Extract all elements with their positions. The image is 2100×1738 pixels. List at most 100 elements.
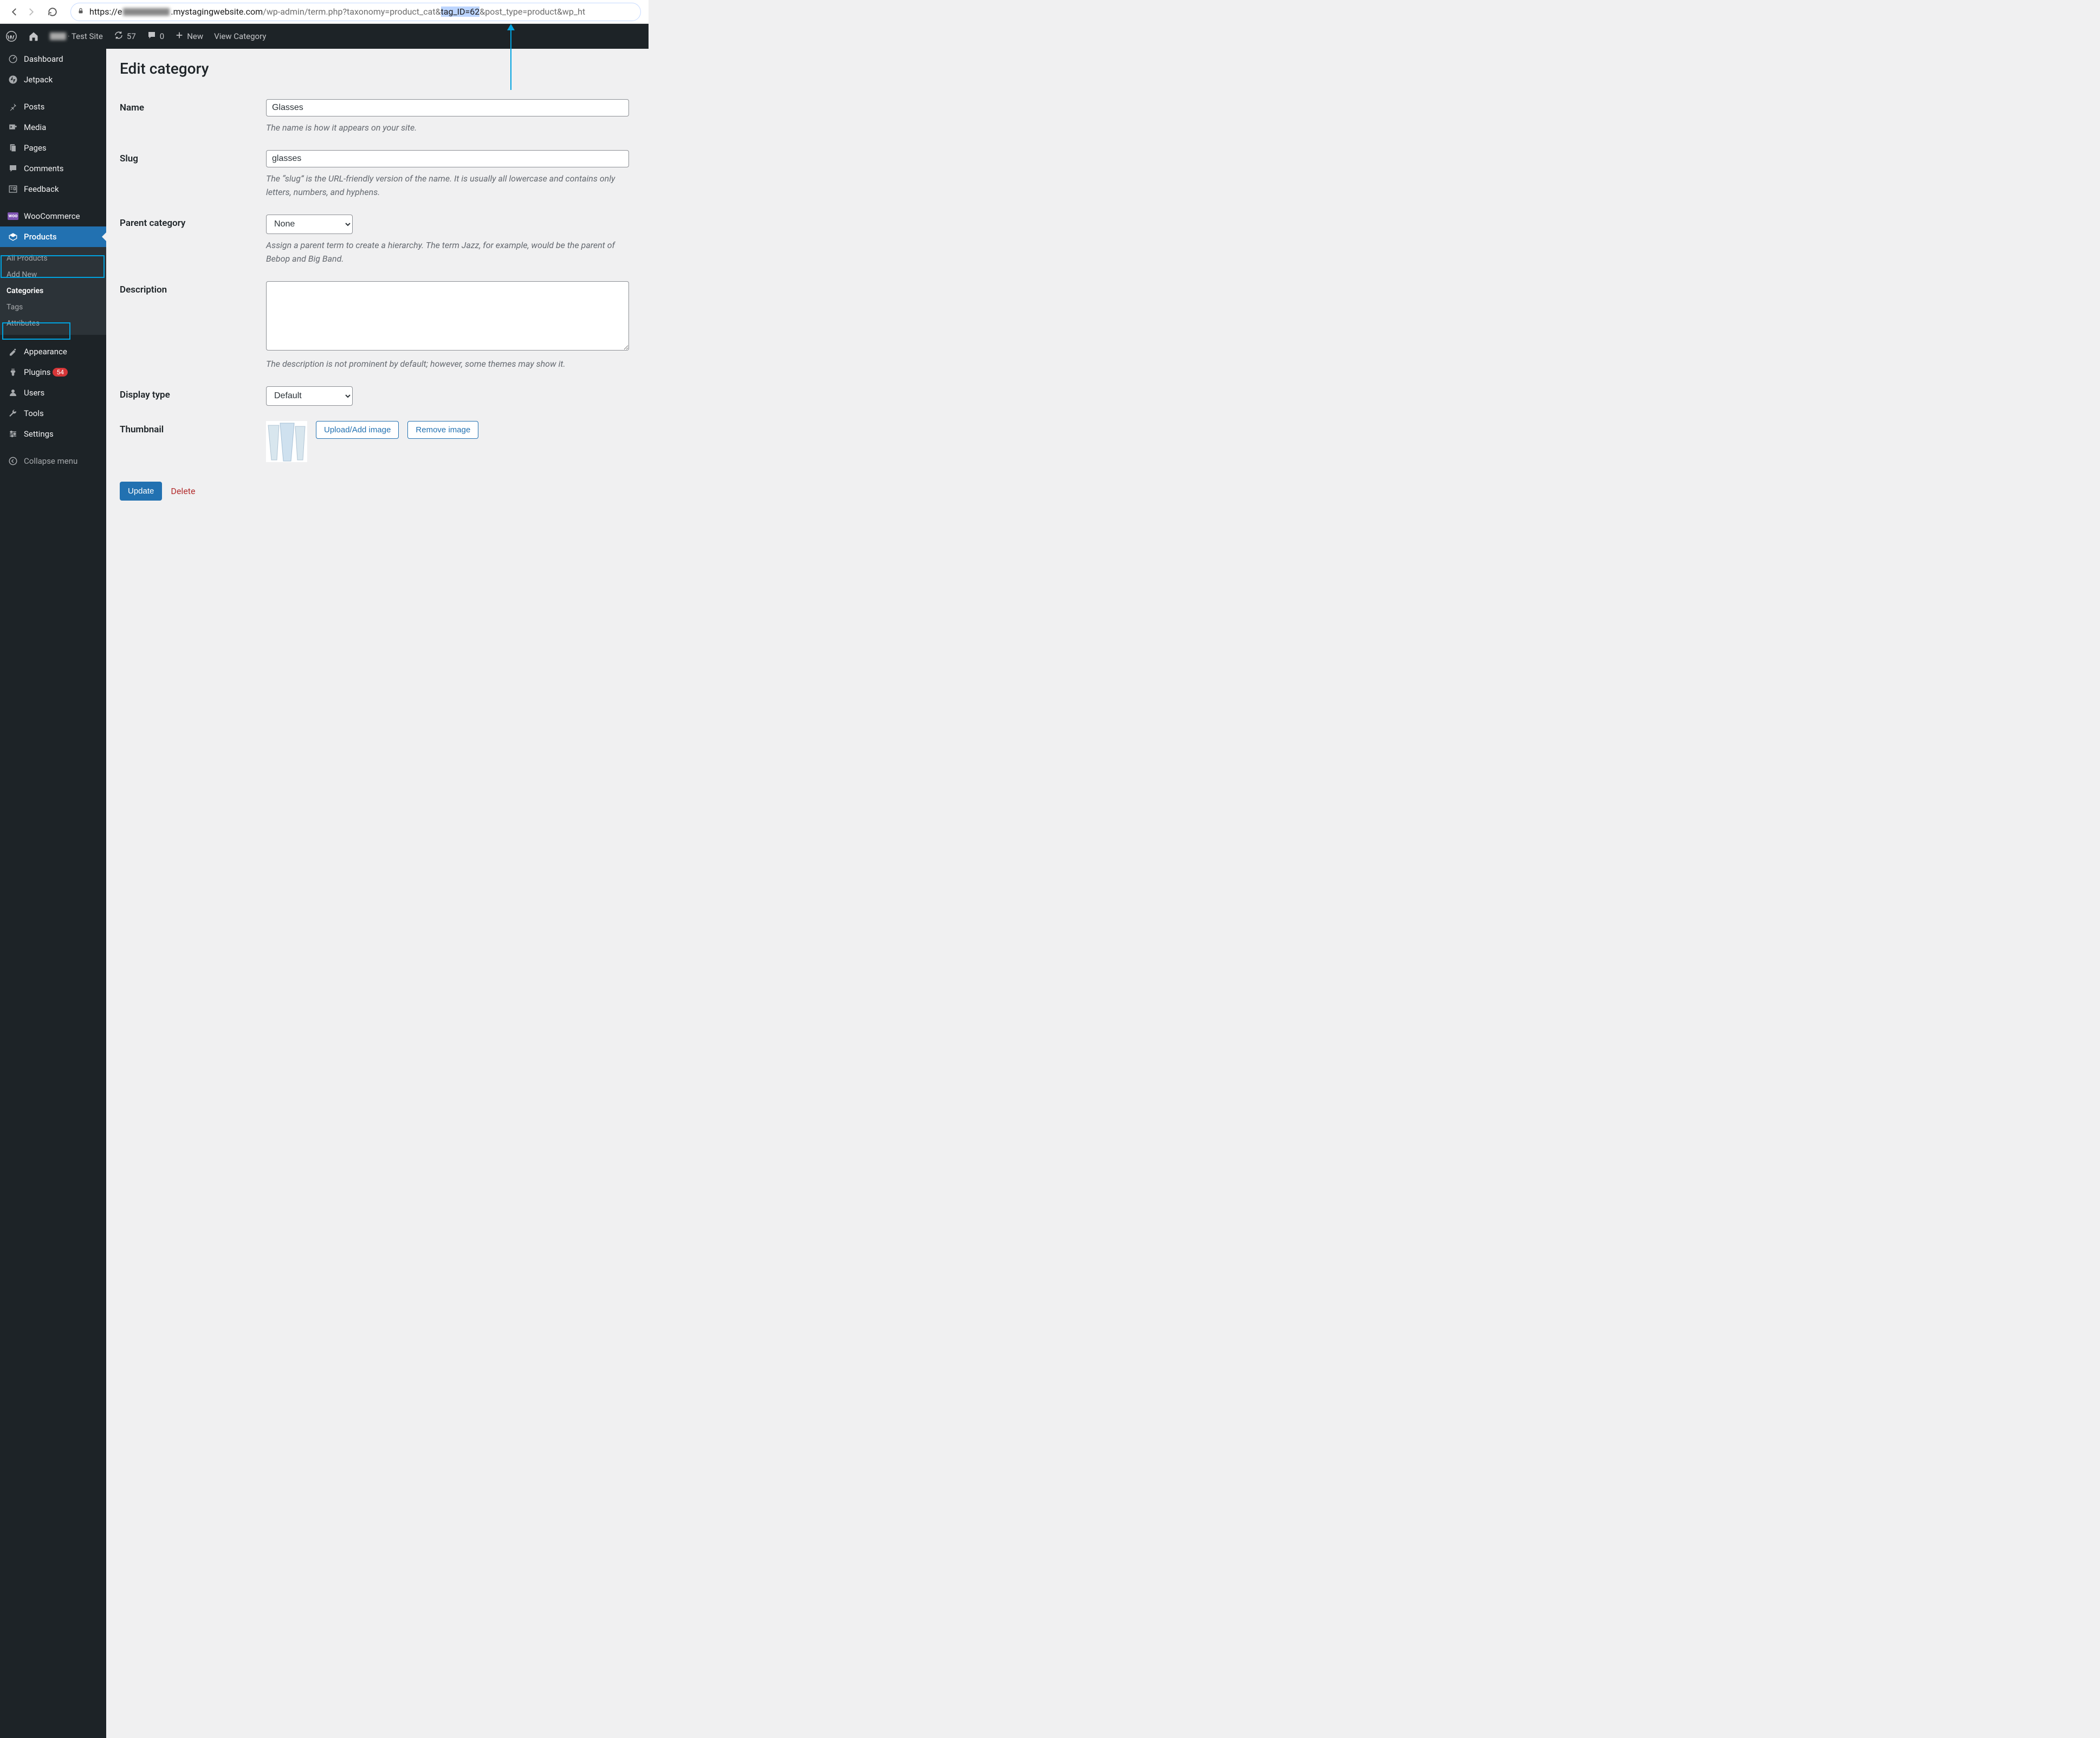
pin-icon xyxy=(7,102,20,112)
plus-icon xyxy=(175,31,184,42)
settings-icon xyxy=(7,429,20,439)
sidebar-item-users[interactable]: Users xyxy=(0,382,106,403)
menu-label: Plugins xyxy=(24,367,50,377)
submenu-attributes[interactable]: Attributes xyxy=(0,315,106,332)
updates-link[interactable]: 57 xyxy=(108,24,141,49)
feedback-icon xyxy=(7,184,20,194)
wp-logo[interactable] xyxy=(0,24,23,49)
site-name-blurred xyxy=(50,33,66,40)
parent-select[interactable]: None xyxy=(266,215,353,234)
description-label: Description xyxy=(120,274,266,379)
thumbnail-label: Thumbnail xyxy=(120,413,266,470)
description-textarea[interactable] xyxy=(266,281,629,351)
browser-reload-button[interactable] xyxy=(46,5,60,19)
display-type-label: Display type xyxy=(120,379,266,413)
thumbnail-preview xyxy=(266,421,307,462)
plugins-icon xyxy=(7,367,20,377)
name-input[interactable] xyxy=(266,99,629,116)
collapse-icon xyxy=(7,456,20,466)
browser-back-button[interactable] xyxy=(8,5,22,19)
update-button[interactable]: Update xyxy=(120,482,162,501)
tools-icon xyxy=(7,408,20,418)
description-help: The description is not prominent by defa… xyxy=(266,357,618,371)
menu-label: Jetpack xyxy=(24,75,53,85)
menu-label: Products xyxy=(24,232,57,242)
parent-label: Parent category xyxy=(120,207,266,274)
sidebar-item-appearance[interactable]: Appearance xyxy=(0,341,106,362)
sidebar-item-dashboard[interactable]: Dashboard xyxy=(0,49,106,69)
page-title: Edit category xyxy=(120,60,2086,77)
url-scheme: https:// xyxy=(89,7,118,17)
sidebar-item-pages[interactable]: Pages xyxy=(0,138,106,158)
menu-label: Feedback xyxy=(24,184,59,194)
slug-label: Slug xyxy=(120,142,266,207)
plugins-count-badge: 54 xyxy=(53,368,68,377)
products-submenu: All Products Add New Categories Tags Att… xyxy=(0,247,106,335)
annotation-arrow xyxy=(510,25,511,90)
sidebar-item-media[interactable]: Media xyxy=(0,117,106,138)
media-icon xyxy=(7,122,20,132)
wp-content-area: Edit category Name The name is how it ap… xyxy=(106,49,2100,1738)
name-label: Name xyxy=(120,92,266,142)
display-type-select[interactable]: Default xyxy=(266,386,353,406)
view-category-link[interactable]: View Category xyxy=(209,24,271,49)
slug-help: The “slug” is the URL-friendly version o… xyxy=(266,172,618,199)
home-icon[interactable] xyxy=(23,24,44,49)
delete-link[interactable]: Delete xyxy=(171,486,195,496)
sidebar-item-posts[interactable]: Posts xyxy=(0,96,106,117)
comment-icon xyxy=(7,164,20,173)
sidebar-item-products[interactable]: Products xyxy=(0,226,106,247)
products-icon xyxy=(7,232,20,242)
url-blurred-host xyxy=(123,8,170,16)
users-icon xyxy=(7,388,20,398)
comment-icon xyxy=(147,30,157,42)
comments-link[interactable]: 0 xyxy=(141,24,170,49)
sidebar-item-plugins[interactable]: Plugins 54 xyxy=(0,362,106,382)
remove-image-button[interactable]: Remove image xyxy=(407,421,478,439)
dashboard-icon xyxy=(7,54,20,64)
sidebar-item-settings[interactable]: Settings xyxy=(0,424,106,444)
wp-admin-sidebar: Dashboard Jetpack Posts Media Pages Comm… xyxy=(0,49,106,1738)
slug-input[interactable] xyxy=(266,150,629,167)
menu-label: Appearance xyxy=(24,347,67,356)
browser-url-bar[interactable]: https://e.mystagingwebsite.com/wp-admin/… xyxy=(70,3,641,21)
sidebar-item-comments[interactable]: Comments xyxy=(0,158,106,179)
submenu-tags[interactable]: Tags xyxy=(0,299,106,315)
menu-label: Posts xyxy=(24,102,44,112)
menu-label: Users xyxy=(24,388,44,398)
sidebar-item-tools[interactable]: Tools xyxy=(0,403,106,424)
submenu-add-new[interactable]: Add New xyxy=(0,267,106,283)
update-icon xyxy=(114,30,124,42)
menu-label: Tools xyxy=(24,408,44,418)
menu-label: Comments xyxy=(24,164,64,173)
jetpack-icon xyxy=(7,75,20,85)
site-name[interactable]: · Test Site xyxy=(44,24,108,49)
wp-admin-bar: · Test Site 57 0 New View Category xyxy=(0,24,649,49)
menu-label: Settings xyxy=(24,429,54,439)
sidebar-item-jetpack[interactable]: Jetpack xyxy=(0,69,106,90)
menu-label: WooCommerce xyxy=(24,211,80,221)
submenu-categories[interactable]: Categories xyxy=(0,283,106,299)
parent-help: Assign a parent term to create a hierarc… xyxy=(266,238,618,266)
page-icon xyxy=(7,143,20,153)
menu-label: Pages xyxy=(24,143,47,153)
browser-forward-button[interactable] xyxy=(24,5,38,19)
url-highlighted-param: tag_ID=62 xyxy=(441,7,480,17)
new-link[interactable]: New xyxy=(170,24,209,49)
menu-label: Collapse menu xyxy=(24,456,77,466)
submenu-all-products[interactable]: All Products xyxy=(0,250,106,267)
url-host-suffix: .mystagingwebsite.com xyxy=(171,7,263,17)
url-rest: &post_type=product&wp_ht xyxy=(479,7,585,17)
appearance-icon xyxy=(7,347,20,356)
name-help: The name is how it appears on your site. xyxy=(266,121,618,135)
sidebar-item-feedback[interactable]: Feedback xyxy=(0,179,106,199)
edit-category-form: Name The name is how it appears on your … xyxy=(120,92,2086,470)
menu-label: Media xyxy=(24,122,46,132)
sidebar-item-woocommerce[interactable]: woo WooCommerce xyxy=(0,206,106,226)
woo-icon: woo xyxy=(7,212,20,220)
browser-chrome: https://e.mystagingwebsite.com/wp-admin/… xyxy=(0,0,649,24)
menu-label: Dashboard xyxy=(24,54,63,64)
url-path: /wp-admin/term.php?taxonomy=product_cat& xyxy=(263,7,440,17)
upload-image-button[interactable]: Upload/Add image xyxy=(316,421,399,439)
sidebar-collapse[interactable]: Collapse menu xyxy=(0,451,106,471)
